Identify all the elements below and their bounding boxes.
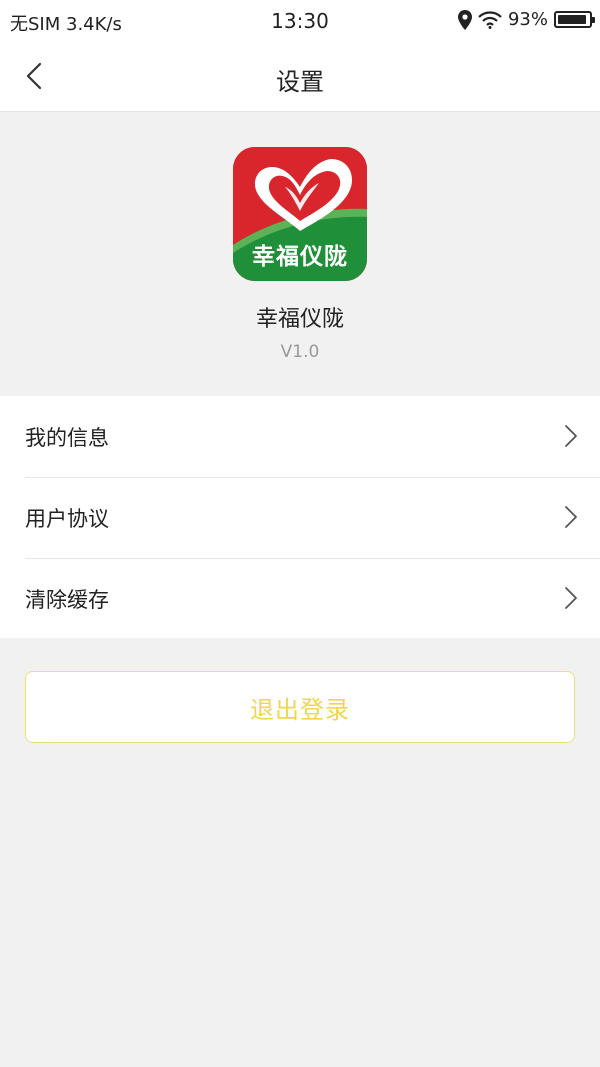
- battery-percent: 93%: [507, 9, 548, 30]
- menu-item-label: 我的信息: [25, 425, 109, 450]
- app-info-section: 幸福仪陇 幸福仪陇 V1.0: [0, 113, 600, 395]
- menu-item-clear-cache[interactable]: 清除缓存: [0, 558, 600, 639]
- navigation-bar: 设置: [0, 42, 600, 112]
- location-icon: [457, 9, 472, 30]
- menu-item-label: 用户协议: [25, 506, 109, 531]
- status-right: 93%: [457, 9, 595, 30]
- chevron-right-icon: [565, 587, 577, 609]
- wifi-icon: [478, 10, 502, 29]
- logo-text: 幸福仪陇: [252, 244, 348, 270]
- page-title: 设置: [276, 68, 324, 96]
- chevron-right-icon: [565, 425, 577, 447]
- battery-fill: [558, 15, 586, 24]
- menu-item-my-info[interactable]: 我的信息: [0, 396, 600, 477]
- logout-button[interactable]: 退出登录: [25, 671, 575, 743]
- logout-label: 退出登录: [250, 695, 350, 724]
- app-version: V1.0: [280, 342, 320, 362]
- status-bar: 无SIM 3.4K/s 13:30 93%: [0, 0, 600, 42]
- app-logo: 幸福仪陇: [233, 147, 367, 281]
- app-name: 幸福仪陇: [255, 307, 344, 332]
- battery-icon: [554, 11, 595, 28]
- menu-item-user-agreement[interactable]: 用户协议: [0, 477, 600, 558]
- settings-menu: 我的信息 用户协议 清除缓存: [0, 396, 600, 638]
- chevron-right-icon: [565, 506, 577, 528]
- menu-item-label: 清除缓存: [25, 587, 109, 612]
